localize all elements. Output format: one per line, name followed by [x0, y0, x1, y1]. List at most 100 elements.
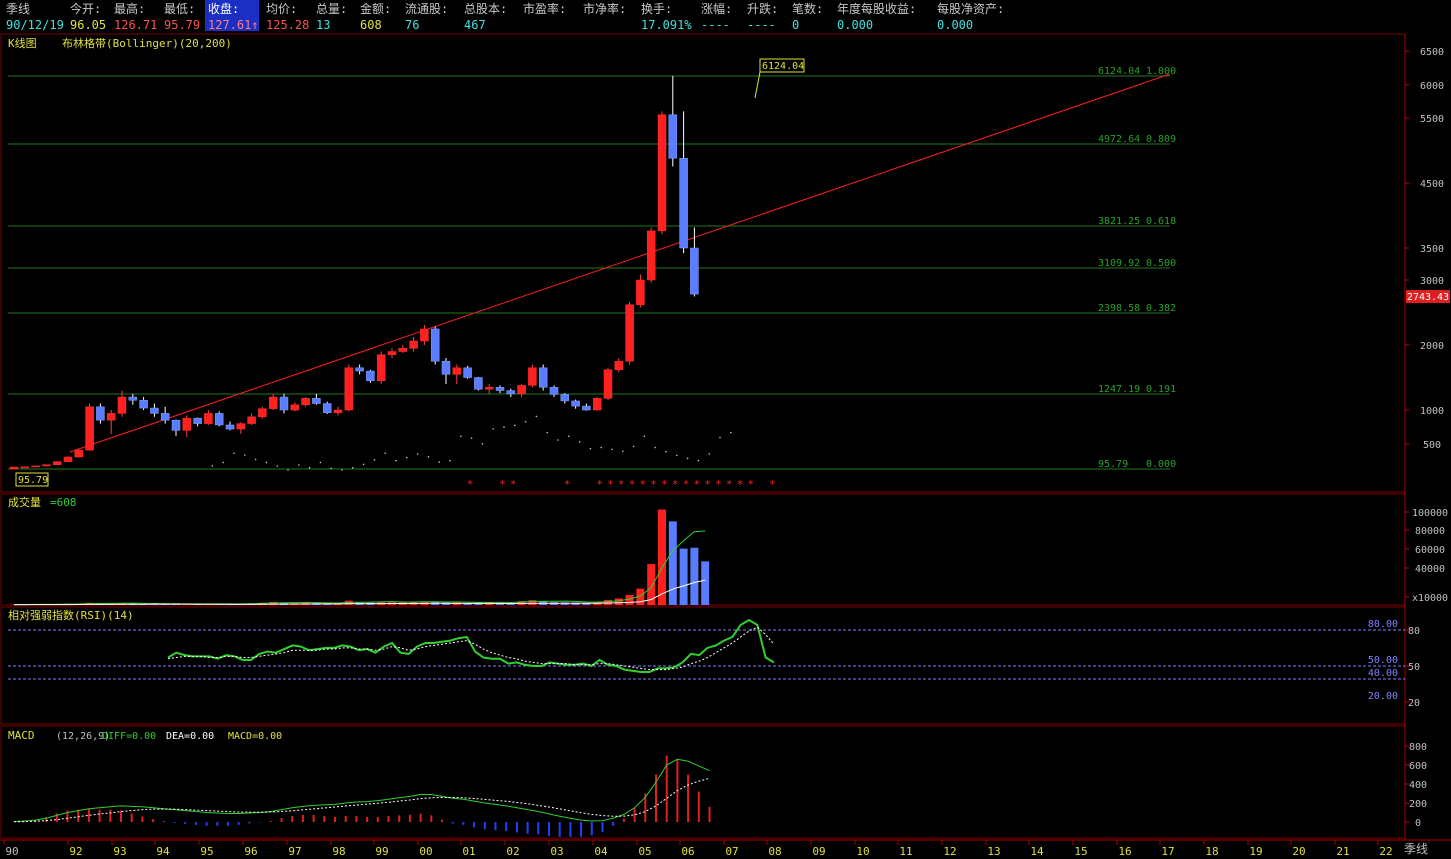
x-tick-label: 00 [419, 845, 432, 858]
x-tick-label: 09 [812, 845, 825, 858]
x-tick-label: 98 [332, 845, 345, 858]
price-tick-label: 500 [1423, 440, 1441, 451]
bollinger-dot [578, 441, 581, 443]
fib-value-6: 95.79 [1098, 459, 1128, 470]
bollinger-dot [524, 420, 527, 423]
candle-body [538, 367, 548, 388]
candle-body [139, 400, 148, 409]
x-tick-label: 02 [506, 845, 519, 858]
volume-tick-label: 40000 [1415, 564, 1445, 575]
candle-body [171, 419, 181, 431]
fib-ratio-6: 0.000 [1146, 459, 1176, 470]
bollinger-dot [632, 445, 635, 448]
bollinger-dot [460, 435, 462, 438]
x-tick-label: 90 [5, 845, 18, 858]
price-tick-label: 3000 [1420, 276, 1444, 287]
candle-body [452, 367, 462, 375]
candle-body [20, 466, 30, 469]
rsi-tick-label: 50 [1408, 662, 1420, 673]
x-tick-label: 12 [943, 845, 956, 858]
rsi-ref-label: 40.00 [1368, 668, 1398, 679]
bollinger-dot [395, 459, 397, 462]
signal-star: * [715, 478, 722, 491]
volume-tick-label: 60000 [1415, 545, 1445, 556]
signal-star: * [618, 478, 625, 491]
candle-body [679, 157, 688, 249]
price-tick-label: 4500 [1420, 179, 1444, 190]
bollinger-dot [589, 447, 592, 450]
candle-body [9, 466, 19, 470]
candle-body [366, 370, 375, 382]
candle-body [690, 247, 699, 295]
candle-body [646, 230, 656, 281]
candle-body [409, 340, 418, 349]
bollinger-dot [341, 469, 343, 471]
macd-value: MACD=0.00 [228, 731, 282, 742]
signal-star: * [607, 478, 614, 491]
signal-star: * [726, 478, 733, 491]
bollinger-dot [211, 465, 214, 467]
trend-line [69, 73, 1171, 453]
volume-bar [528, 600, 537, 605]
chart-area[interactable]: K线图 布林格带(Bollinger)(20,200) 6124.04 1.000 49… [0, 0, 1451, 859]
candle-body [625, 304, 634, 362]
volume-bar [647, 564, 656, 605]
volume-value: =608 [50, 496, 77, 509]
bollinger-dot [352, 466, 354, 469]
signal-star: * [564, 478, 571, 491]
candle-body [344, 367, 354, 411]
candle-body [150, 407, 159, 414]
candle-body [474, 377, 483, 390]
macd-diff: DIFF=0.00 [102, 731, 156, 742]
candle-body [657, 114, 667, 232]
fib-value-5: 1247.19 [1098, 384, 1140, 395]
macd-tick-label: 0 [1415, 818, 1421, 829]
price-tick-label: 3500 [1420, 244, 1444, 255]
bollinger-dot [503, 426, 505, 428]
candle-body [668, 114, 678, 159]
x-tick-label: 01 [462, 845, 475, 858]
bollinger-dot [233, 452, 235, 454]
bollinger-dot [330, 467, 333, 470]
x-tick-label: 05 [638, 845, 651, 858]
rsi-ref-label: 80.00 [1368, 619, 1398, 630]
candle-body [463, 367, 472, 378]
candle-body [312, 398, 321, 404]
rsi-tick-label: 20 [1408, 698, 1420, 709]
price-tick-label: 6500 [1420, 47, 1444, 58]
bollinger-dot [546, 431, 548, 434]
bollinger-dot [514, 424, 516, 427]
candle-body [484, 387, 494, 390]
bollinger-dot [244, 454, 246, 456]
fib-value-3: 3109.92 [1098, 258, 1140, 269]
candle-body [268, 396, 278, 409]
candle-body [225, 424, 235, 430]
candle-body [506, 390, 516, 395]
candle-body [571, 400, 580, 407]
bollinger-dot [319, 461, 322, 464]
x-tick-label: 08 [768, 845, 781, 858]
fib-ratio-3: 0.500 [1146, 258, 1176, 269]
rsi-ref-label: 20.00 [1368, 691, 1398, 702]
kline-title: K线图 [8, 36, 37, 50]
candle-body [528, 367, 537, 386]
bollinger-dot [535, 415, 538, 418]
candle-body [63, 456, 73, 462]
high-label: 6124.04 [762, 61, 804, 72]
candle-body [430, 328, 440, 362]
signal-star: * [467, 478, 474, 491]
candle-body [376, 354, 386, 382]
candle-body [398, 348, 408, 352]
fib-value-2: 3821.25 [1098, 216, 1140, 227]
price-tick-label: 2000 [1420, 341, 1444, 352]
bollinger-dot [276, 465, 279, 467]
bollinger-dot [708, 453, 710, 455]
bollinger-dot [654, 446, 656, 449]
x-tick-label: 96 [244, 845, 257, 858]
candle-body [128, 396, 138, 401]
signal-star: * [693, 478, 700, 491]
candle-body [301, 398, 310, 406]
macd-panel [0, 725, 1406, 839]
x-tick-label: 97 [288, 845, 301, 858]
candle-body [42, 464, 51, 467]
